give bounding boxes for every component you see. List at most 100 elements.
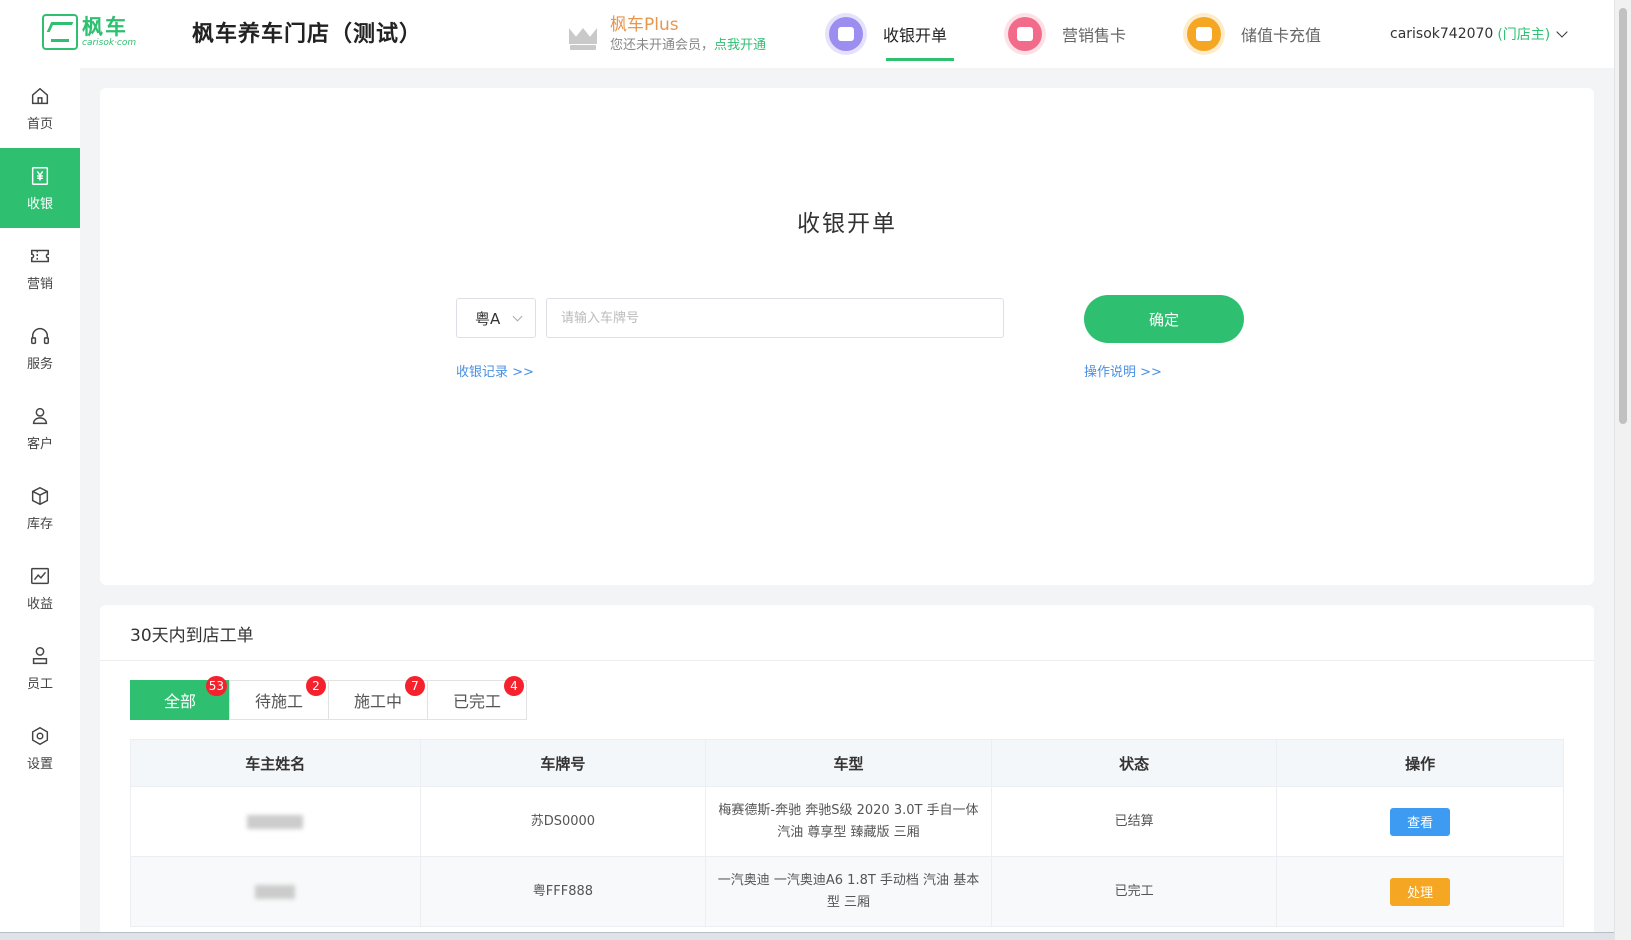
wallet-icon — [1187, 17, 1221, 51]
province-select[interactable]: 粤A — [456, 298, 536, 338]
chevron-down-icon — [1556, 26, 1568, 38]
nav-active-indicator — [886, 58, 954, 61]
bottom-taskbar — [0, 932, 1614, 940]
headset-icon — [29, 325, 51, 347]
nav-marketing-card[interactable]: 营销售卡 — [1008, 16, 1126, 52]
tab-all[interactable]: 全部 53 — [130, 676, 230, 720]
redacted-name — [247, 814, 304, 829]
sidebar-item-inventory[interactable]: 库存 — [0, 468, 80, 548]
card-icon — [1008, 17, 1042, 51]
count-badge: 7 — [405, 676, 425, 696]
staff-icon — [29, 645, 51, 667]
table-header: 车主姓名 车牌号 车型 状态 操作 — [130, 739, 1564, 787]
settings-icon — [29, 725, 51, 747]
nav-label: 收银开单 — [883, 26, 948, 45]
plus-membership-promo[interactable]: 枫车Plus 您还未开通会员，点我开通 — [566, 14, 766, 56]
cashier-panel: 收银开单 粤A 确定 收银记录 >> 操作说明 >> — [100, 88, 1594, 585]
cashier-icon — [829, 17, 863, 51]
chevron-down-icon — [512, 311, 523, 322]
orders-title: 30天内到店工单 — [130, 626, 254, 646]
column-header: 车牌号 — [421, 740, 707, 786]
chart-icon — [29, 565, 51, 587]
store-name: 枫车养车门店（测试） — [192, 22, 423, 47]
scrollbar-thumb[interactable] — [1619, 8, 1627, 424]
divider — [100, 660, 1594, 661]
column-header: 状态 — [992, 740, 1278, 786]
count-badge: 53 — [205, 676, 227, 696]
view-button[interactable]: 查看 — [1390, 807, 1451, 836]
sidebar: 首页 收银 营销 服务 客户 库存 收益 员工 设置 — [0, 68, 80, 940]
page-scrollbar[interactable] — [1614, 0, 1631, 940]
user-account: carisok742070 — [1390, 26, 1494, 42]
table-row: 苏DS0000 梅赛德斯-奔驰 奔驰S级 2020 3.0T 手自一体 汽油 尊… — [130, 787, 1564, 857]
owner-name-cell — [131, 787, 421, 856]
plus-activate-link[interactable]: 点我开通 — [714, 38, 766, 53]
column-header: 车型 — [706, 740, 992, 786]
sidebar-item-label: 服务 — [26, 356, 53, 372]
status-cell: 已完工 — [992, 857, 1278, 926]
nav-label: 营销售卡 — [1062, 26, 1127, 45]
sidebar-item-label: 营销 — [26, 276, 53, 292]
sidebar-item-cashier[interactable]: 收银 — [0, 148, 80, 228]
count-badge: 2 — [306, 676, 326, 696]
sidebar-item-customer[interactable]: 客户 — [0, 388, 80, 468]
province-value: 粤A — [475, 309, 501, 328]
brand-logo[interactable]: 枫车 carisok·com — [42, 14, 136, 50]
logo-mark-icon — [42, 14, 78, 50]
recent-orders-panel: 30天内到店工单 全部 53 待施工 2 施工中 7 已完工 4 车主姓名 车牌… — [100, 605, 1594, 940]
column-header: 操作 — [1405, 754, 1436, 773]
tab-label: 施工中 — [353, 692, 402, 711]
sidebar-item-home[interactable]: 首页 — [0, 68, 80, 148]
sidebar-item-revenue[interactable]: 收益 — [0, 548, 80, 628]
orders-table: 车主姓名 车牌号 车型 状态 操作 苏DS0000 梅赛德斯-奔驰 奔驰S级 2… — [130, 739, 1564, 927]
table-row: 粤FFF888 一汽奥迪 一汽奥迪A6 1.8T 手动档 汽油 基本型 三厢 已… — [130, 857, 1564, 927]
model-cell: 一汽奥迪 一汽奥迪A6 1.8T 手动档 汽油 基本型 三厢 — [706, 857, 992, 926]
plate-number-input[interactable] — [546, 298, 1004, 338]
action-cell: 查看 — [1277, 787, 1563, 856]
owner-name-cell — [131, 857, 421, 926]
cashier-title: 收银开单 — [797, 211, 897, 237]
confirm-button[interactable]: 确定 — [1084, 295, 1244, 343]
user-role: (门店主) — [1497, 27, 1551, 43]
yen-icon — [29, 165, 51, 187]
sidebar-item-label: 员工 — [26, 676, 53, 692]
tab-pending[interactable]: 待施工 2 — [229, 676, 329, 720]
nav-cashier-order[interactable]: 收银开单 — [829, 16, 947, 52]
user-menu[interactable]: carisok742070 (门店主) — [1390, 24, 1568, 44]
tab-completed[interactable]: 已完工 4 — [427, 676, 527, 720]
cashier-records-link[interactable]: 收银记录 >> — [456, 361, 534, 380]
tab-label: 已完工 — [452, 692, 501, 711]
model-cell: 梅赛德斯-奔驰 奔驰S级 2020 3.0T 手自一体 汽油 尊享型 臻藏版 三… — [706, 787, 992, 856]
status-cell: 已结算 — [992, 787, 1278, 856]
plate-cell: 粤FFF888 — [421, 857, 707, 926]
ticket-icon — [29, 245, 51, 267]
logo-text-en: carisok·com — [82, 38, 137, 48]
sidebar-item-label: 客户 — [26, 436, 53, 452]
logo-text-cn: 枫车 — [82, 15, 128, 39]
home-icon — [29, 85, 51, 107]
sidebar-item-label: 库存 — [26, 516, 53, 532]
top-header: 枫车 carisok·com 枫车养车门店（测试） 枫车Plus 您还未开通会员… — [0, 0, 1631, 68]
sidebar-item-label: 设置 — [26, 756, 53, 772]
plate-cell: 苏DS0000 — [421, 787, 707, 856]
nav-label: 储值卡充值 — [1241, 26, 1322, 45]
sidebar-item-marketing[interactable]: 营销 — [0, 228, 80, 308]
sidebar-item-service[interactable]: 服务 — [0, 308, 80, 388]
plus-title: 枫车Plus — [610, 15, 679, 35]
sidebar-item-staff[interactable]: 员工 — [0, 628, 80, 708]
tab-label: 全部 — [163, 692, 196, 711]
action-cell: 处理 — [1277, 857, 1563, 926]
sidebar-item-label: 收益 — [26, 596, 53, 612]
crown-icon — [566, 18, 600, 52]
count-badge: 4 — [504, 676, 524, 696]
sidebar-item-settings[interactable]: 设置 — [0, 708, 80, 788]
handle-button[interactable]: 处理 — [1390, 877, 1451, 906]
sidebar-item-label: 收银 — [26, 196, 53, 212]
plus-subtitle: 您还未开通会员， — [610, 38, 715, 53]
tab-in-progress[interactable]: 施工中 7 — [328, 676, 428, 720]
box-icon — [29, 485, 51, 507]
operation-help-link[interactable]: 操作说明 >> — [1084, 361, 1162, 380]
user-icon — [29, 405, 51, 427]
nav-stored-card-recharge[interactable]: 储值卡充值 — [1187, 16, 1321, 52]
tab-label: 待施工 — [254, 692, 303, 711]
